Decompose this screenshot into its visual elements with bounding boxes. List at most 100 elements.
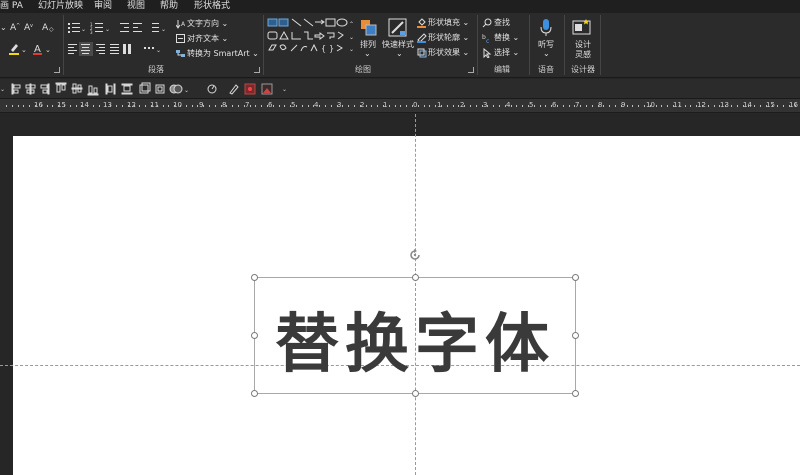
font-dialog-launcher[interactable] [54, 67, 60, 73]
tab-review[interactable]: 审阅 [94, 0, 112, 13]
ruler-tick [58, 105, 59, 107]
replace-button[interactable]: 替换 ⌄ [494, 33, 519, 43]
shapes-gallery-icon[interactable]: { } ⌃ ⌄ ⌄ [267, 17, 357, 57]
ruler-tick [244, 105, 245, 107]
ruler-tick [122, 105, 123, 107]
resize-handle-bottom[interactable] [412, 390, 419, 397]
tab-slideshow[interactable]: 幻灯片放映 [38, 0, 83, 13]
shape-outline-button[interactable]: 形状轮廓 ⌄ [428, 33, 469, 43]
selected-text-box[interactable]: 替换字体 [251, 274, 579, 397]
ruler-tick [99, 105, 100, 107]
ruler-tick [766, 105, 767, 107]
ruler-tick [772, 105, 773, 107]
resize-handle-top[interactable] [412, 274, 419, 281]
svg-text:⌄: ⌄ [45, 46, 51, 54]
find-button[interactable]: 查找 [494, 18, 510, 28]
microphone-icon [540, 19, 552, 36]
ruler-tick [110, 105, 111, 107]
resize-handle-top-left[interactable] [251, 274, 258, 281]
drawing-group-label: 绘图 [355, 65, 371, 74]
ruler-tick [180, 105, 181, 107]
slide-editing-area[interactable]: 替换字体 [0, 114, 800, 475]
tab-draw[interactable]: 画 PA [0, 0, 23, 13]
ruler-tick [673, 105, 674, 107]
designer-button-line2[interactable]: 灵感 [575, 50, 591, 60]
resize-handle-bottom-left[interactable] [251, 390, 258, 397]
ruler-tick [389, 105, 390, 107]
ruler-tick [586, 105, 587, 107]
resize-handle-bottom-right[interactable] [572, 390, 579, 397]
select-label: 选择 [494, 48, 510, 57]
alignment-icons[interactable]: ⌄ [68, 42, 168, 56]
ruler-tick [221, 105, 222, 107]
ruler-tick [139, 105, 140, 107]
paragraph-dialog-launcher[interactable] [254, 67, 260, 73]
ruler-tick [232, 105, 233, 107]
ruler-tick [592, 105, 593, 107]
ruler-tick [493, 105, 494, 107]
shape-effects-button[interactable]: 形状效果 ⌄ [428, 48, 469, 58]
designer-group-label: 设计器 [571, 65, 595, 74]
voice-group-label: 语音 [538, 65, 554, 74]
ruler-tick [360, 105, 361, 107]
ruler-tick [325, 105, 326, 107]
designer-button-line1[interactable]: 设计 [575, 40, 591, 50]
ruler-label: 4 [314, 101, 319, 109]
ruler-tick [371, 105, 372, 107]
convert-smartart-button[interactable]: 转换为 SmartArt ⌄ [187, 49, 259, 59]
ruler-tick [412, 105, 413, 107]
svg-text:A: A [181, 21, 186, 28]
resize-handle-top-right[interactable] [572, 274, 579, 281]
align-distribute-tools-icon[interactable]: ⌄ ⌄ ⌄ [0, 82, 300, 96]
ruler-tick [545, 105, 546, 107]
slide-text[interactable]: 替换字体 [255, 278, 575, 393]
ruler-label: 15 [766, 101, 775, 109]
font-size-controls-icon[interactable]: ⌄ A ^ A v A ◇ [0, 21, 62, 33]
ruler-tick [435, 105, 436, 107]
ruler-tick [522, 105, 523, 107]
ruler-tick [441, 105, 442, 107]
ruler-tick [337, 105, 338, 107]
arrange-dropdown-icon[interactable]: ⌄ [364, 49, 371, 59]
text-direction-button[interactable]: 文字方向 ⌄ [187, 19, 228, 29]
ruler-tick [598, 105, 599, 107]
tab-help[interactable]: 帮助 [160, 0, 178, 13]
ruler-label: 0 [413, 101, 418, 109]
ruler-tick [499, 105, 500, 107]
ruler-tick [609, 105, 610, 107]
ruler-tick [453, 105, 454, 107]
ruler-tick [603, 105, 604, 107]
text-direction-icon: A [176, 20, 186, 29]
horizontal-ruler[interactable]: 16 15 14 13 12 11 10 9 8 7 6 5 4 3 2 1 0… [0, 99, 800, 113]
select-button[interactable]: 选择 ⌄ [494, 48, 519, 58]
dictate-dropdown-icon[interactable]: ⌄ [543, 49, 550, 59]
quick-styles-icon [388, 18, 407, 37]
ruler-tick [12, 105, 13, 107]
ruler-tick [186, 105, 187, 107]
align-text-button[interactable]: 对齐文本 ⌄ [187, 34, 228, 44]
ruler-tick [261, 105, 262, 107]
tab-shape-format[interactable]: 形状格式 [194, 0, 230, 13]
rotate-handle-icon[interactable] [408, 248, 422, 262]
ruler-tick [377, 105, 378, 107]
tab-view[interactable]: 视图 [127, 0, 145, 13]
ruler-label: 5 [529, 101, 534, 109]
quick-styles-dropdown-icon[interactable]: ⌄ [396, 49, 403, 59]
ruler-tick [18, 105, 19, 107]
ruler-tick [569, 105, 570, 107]
ruler-tick [743, 105, 744, 107]
shape-effects-icon [417, 48, 427, 58]
ruler-tick [331, 105, 332, 107]
resize-handle-left[interactable] [251, 332, 258, 339]
resize-handle-right[interactable] [572, 332, 579, 339]
ruler-tick [348, 105, 349, 107]
font-color-controls-icon[interactable]: ⌄ A ⌄ [8, 42, 58, 56]
ruler-tick [470, 105, 471, 107]
ruler-tick [447, 105, 448, 107]
list-indent-icons[interactable]: ⌄ 1 2 3 ⌄ ⌄ [66, 20, 174, 34]
ruler-tick [656, 105, 657, 107]
svg-text:}: } [329, 44, 334, 53]
shape-fill-button[interactable]: 形状填充 ⌄ [428, 18, 469, 28]
drawing-dialog-launcher[interactable] [468, 67, 474, 73]
ruler-tick [215, 105, 216, 107]
